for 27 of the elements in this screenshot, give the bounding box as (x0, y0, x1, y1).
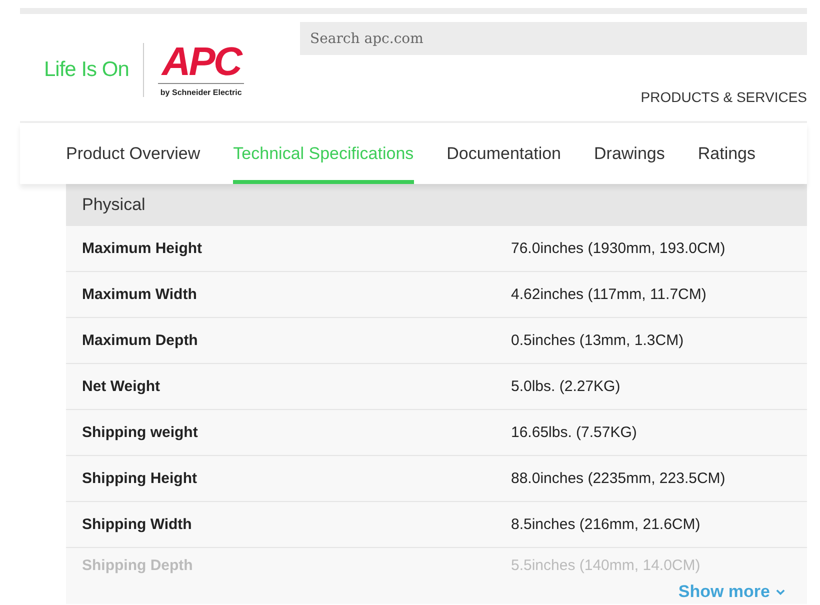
spec-name: Shipping Height (81, 470, 198, 487)
tab[interactable]: Product Overview (66, 123, 200, 184)
nav-link[interactable]: PRODUCTS & SERVICES (640, 89, 807, 105)
spec-value: 4.62inches (117mm, 11.7CM) (511, 286, 706, 303)
search-field[interactable]: Search apc.com (300, 22, 807, 55)
spec-value: 88.0inches (2235mm, 223.5CM) (511, 470, 726, 487)
spec-name: Shipping weight (81, 424, 199, 441)
section-header: Physical (66, 184, 807, 226)
spec-name: Maximum Depth (81, 332, 199, 349)
spec-name: Maximum Width (81, 286, 198, 303)
spec-value: 5.0lbs. (2.27KG) (511, 378, 620, 395)
tab[interactable]: Documentation (446, 123, 561, 184)
spec-name: Maximum Height (81, 240, 204, 257)
spec-name: Net Weight (81, 378, 162, 395)
spec-value: 8.5inches (216mm, 21.6CM) (511, 516, 700, 533)
spec-value: 0.5inches (13mm, 1.3CM) (511, 332, 684, 349)
spec-value: 76.0inches (1930mm, 193.0CM) (511, 240, 726, 257)
tab[interactable]: Ratings (698, 123, 756, 184)
spec-value: 5.5inches (140mm, 14.0CM) (511, 556, 700, 574)
logo[interactable]: APC (158, 42, 244, 84)
spec-value: 16.65lbs. (7.57KG) (511, 424, 637, 441)
tagline: Life Is On (44, 58, 129, 82)
spec-name: Shipping Width (81, 516, 193, 533)
chevron-down-icon (776, 589, 785, 595)
tab[interactable]: Drawings (594, 123, 665, 184)
logo-subtitle: by Schneider Electric (160, 88, 242, 96)
spec-name: Shipping Depth (81, 556, 194, 574)
